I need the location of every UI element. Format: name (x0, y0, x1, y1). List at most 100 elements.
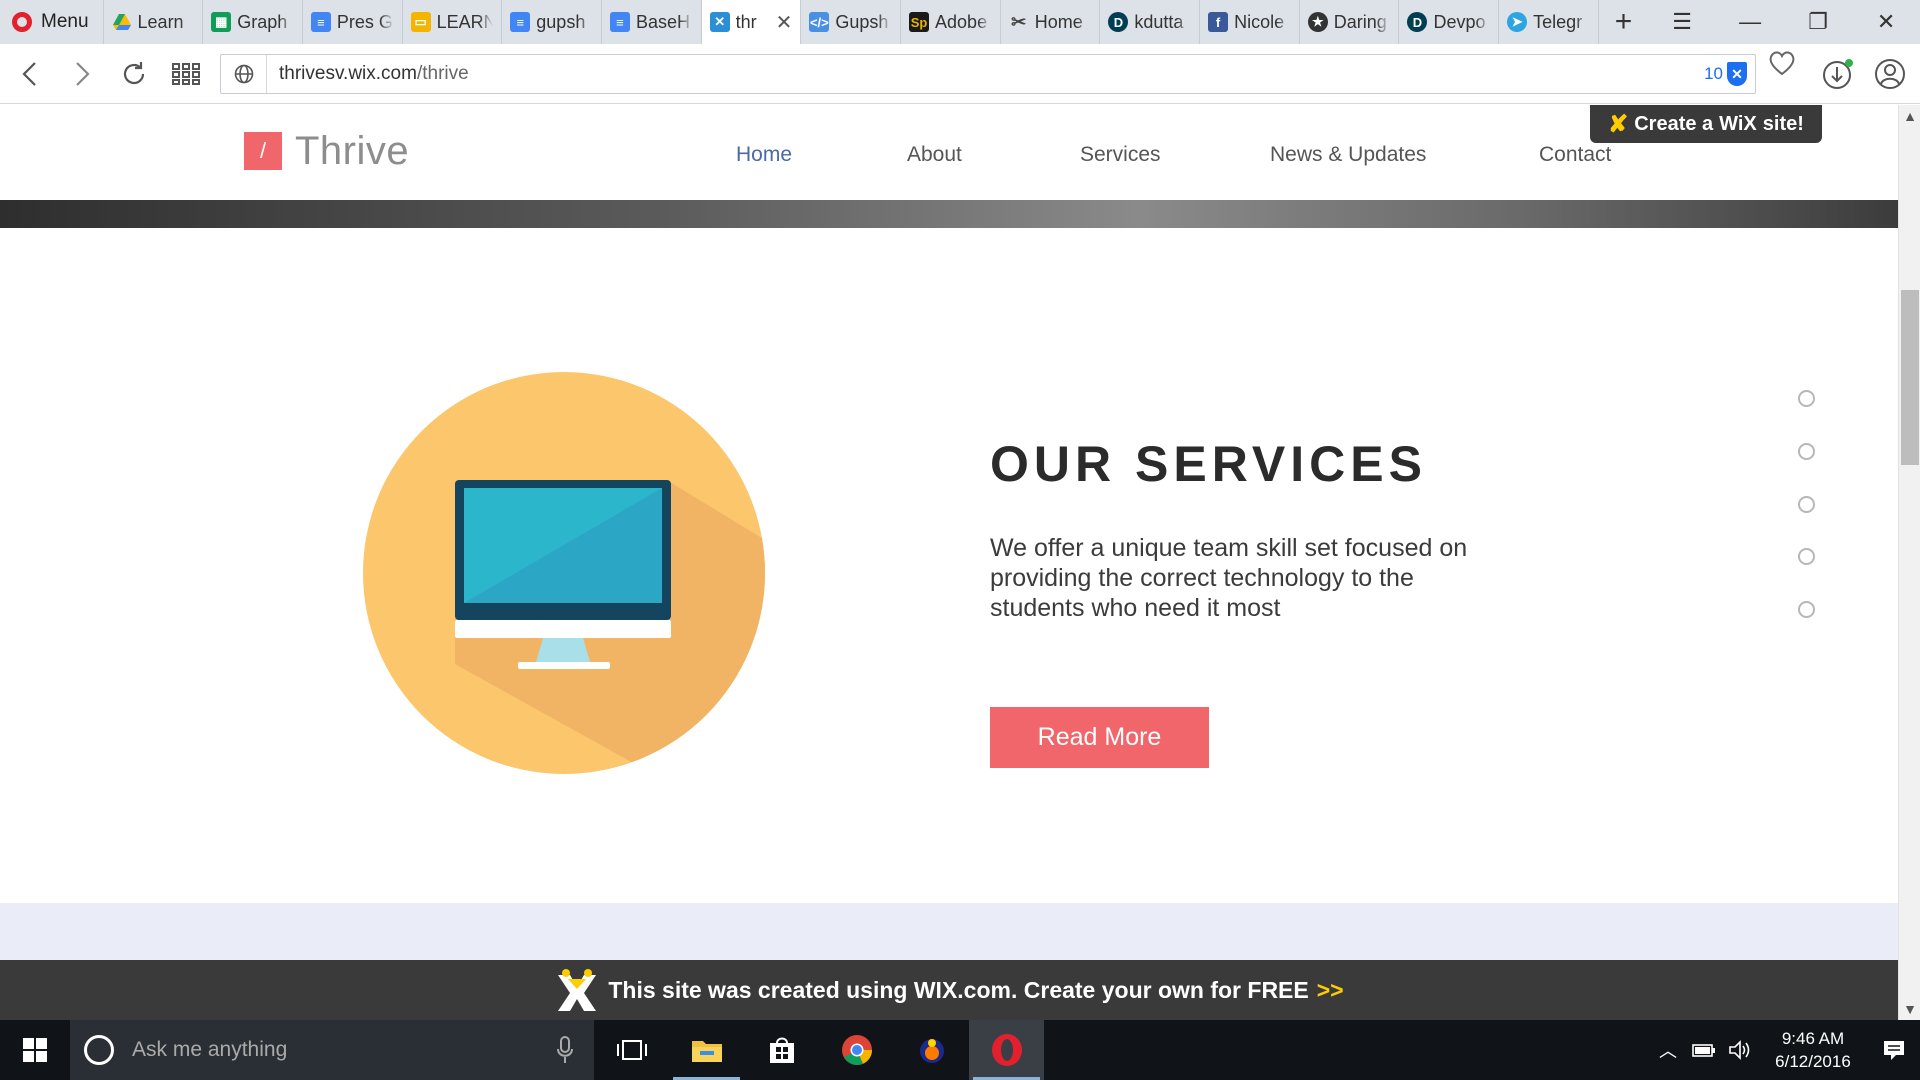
globe-icon (234, 64, 253, 84)
cortana-search-box[interactable]: Ask me anything (70, 1020, 594, 1080)
adblock-indicator[interactable]: 10 ✕ (1704, 62, 1747, 86)
chevron-up-icon[interactable]: ︿ (1650, 1037, 1686, 1063)
tab-pres[interactable]: ≡ Pres G (303, 0, 403, 44)
start-button[interactable] (0, 1020, 70, 1080)
tab-label: kdutta (1134, 11, 1184, 32)
url-input[interactable]: thrivesv.wix.com/thrive 10 ✕ (220, 54, 1756, 94)
chrome-icon (841, 1035, 872, 1065)
tab-learn[interactable]: Learn (104, 0, 204, 44)
tab-menu-icon[interactable]: ☰ (1648, 0, 1716, 44)
wix-footer-banner[interactable]: This site was created using WIX.com. Cre… (0, 960, 1898, 1020)
clock-date: 6/12/2016 (1775, 1052, 1851, 1071)
app-launcher-button[interactable] (894, 1020, 969, 1080)
forward-button[interactable] (56, 48, 108, 100)
tab-thrive-active[interactable]: ✕ thr ✕ (701, 0, 802, 44)
windows-store-button[interactable] (744, 1020, 819, 1080)
tab-label: BaseH (635, 11, 690, 32)
tab-gupsh-doc[interactable]: ≡ gupsh (502, 0, 602, 44)
close-tab-icon[interactable]: ✕ (776, 10, 793, 35)
section-dot-1[interactable] (1798, 390, 1815, 407)
battery-icon[interactable] (1686, 1042, 1722, 1058)
clock-time: 9:46 AM (1781, 1029, 1845, 1048)
create-wix-site-badge[interactable]: ✘ Create a WiX site! (1590, 105, 1822, 143)
notification-icon (1884, 1041, 1904, 1060)
plus-icon: + (1614, 5, 1633, 38)
adobe-spark-icon: Sp (909, 12, 930, 32)
section-dot-5[interactable] (1798, 601, 1815, 618)
scrollbar-thumb[interactable] (1901, 290, 1919, 465)
tab-nicole[interactable]: f Nicole (1200, 0, 1300, 44)
badge-text-post: site! (1762, 112, 1804, 135)
downloads-button[interactable] (1822, 58, 1854, 95)
tools-icon: ✂ (1011, 11, 1027, 32)
page-scrollbar[interactable]: ▲ ▼ (1898, 105, 1920, 1020)
bookmark-heart-button[interactable] (1768, 50, 1796, 83)
tab-daring[interactable]: ★ Daring (1300, 0, 1400, 44)
account-button[interactable] (1874, 58, 1906, 95)
tab-label: Gupsh (835, 11, 889, 32)
web-page: / Thrive Home About Services News & Upda… (0, 105, 1898, 1020)
tab-baseh[interactable]: ≡ BaseH (602, 0, 702, 44)
nav-about[interactable]: About (907, 143, 962, 167)
site-info-button[interactable] (221, 55, 267, 93)
url-path: /thrive (416, 63, 469, 84)
tab-devpo[interactable]: D Devpo (1399, 0, 1500, 44)
reload-button[interactable] (108, 48, 160, 100)
tab-label: Daring (1333, 11, 1387, 32)
thrive-logo-mark[interactable]: / (244, 132, 282, 170)
nav-news-updates[interactable]: News & Updates (1270, 143, 1426, 167)
footer-banner-text: This site was created using WIX.com. Cre… (608, 976, 1309, 1003)
tab-graph[interactable]: ▦ Graph (203, 0, 303, 44)
services-heading: OUR SERVICES (990, 436, 1427, 492)
tab-telegr[interactable]: ➤ Telegr (1499, 0, 1599, 44)
window-controls: ☰ — ❐ ✕ (1648, 0, 1920, 44)
scroll-down-icon[interactable]: ▼ (1899, 998, 1920, 1020)
wix-icon: ✕ (709, 12, 730, 32)
task-view-button[interactable] (594, 1020, 669, 1080)
opera-icon (991, 1034, 1022, 1066)
section-dot-3[interactable] (1798, 496, 1815, 513)
browser-address-bar: thrivesv.wix.com/thrive 10 ✕ (0, 44, 1920, 104)
grid-icon (172, 62, 200, 85)
devpost-icon: D (1407, 12, 1428, 32)
tab-label: Graph (237, 11, 288, 32)
new-tab-button[interactable]: + (1599, 0, 1648, 44)
section-dot-2[interactable] (1798, 443, 1815, 460)
back-arrow-icon (22, 61, 36, 86)
google-sheets-icon: ▦ (211, 12, 232, 32)
tab-learn-slides[interactable]: ▭ LEARN (403, 0, 503, 44)
minimize-icon[interactable]: — (1716, 0, 1784, 44)
opera-menu-button[interactable]: Menu (0, 0, 104, 44)
tab-gupsh[interactable]: </> Gupsh (801, 0, 902, 44)
system-tray: ︿ 9:46 AM 6/12/2016 (1650, 1020, 1920, 1080)
telegram-icon: ➤ (1507, 12, 1528, 32)
code-icon: </> (809, 12, 830, 32)
thrive-logo-text[interactable]: Thrive (295, 129, 409, 174)
opera-taskbar-button[interactable] (969, 1020, 1044, 1080)
nav-services[interactable]: Services (1080, 143, 1161, 167)
read-more-button[interactable]: Read More (990, 707, 1209, 768)
nav-contact[interactable]: Contact (1539, 143, 1611, 167)
action-center-button[interactable] (1868, 1038, 1920, 1062)
tab-adobe[interactable]: Sp Adobe (901, 0, 1001, 44)
menu-label: Menu (41, 11, 89, 32)
google-docs-icon: ≡ (310, 12, 331, 32)
volume-icon[interactable] (1722, 1040, 1758, 1060)
services-description: We offer a unique team skill set focused… (990, 534, 1468, 622)
tab-label: Pres G (336, 11, 393, 32)
tab-kdutta[interactable]: D kdutta (1100, 0, 1201, 44)
system-clock[interactable]: 9:46 AM 6/12/2016 (1758, 1027, 1868, 1073)
star-icon: ★ (1307, 12, 1328, 32)
microphone-icon[interactable] (556, 1036, 574, 1064)
restore-icon[interactable]: ❐ (1784, 0, 1852, 44)
nav-home[interactable]: Home (736, 143, 792, 167)
close-window-icon[interactable]: ✕ (1852, 0, 1920, 44)
folder-icon (691, 1041, 722, 1062)
section-dot-4[interactable] (1798, 548, 1815, 565)
file-explorer-button[interactable] (669, 1020, 744, 1080)
tab-home[interactable]: ✂ Home (1001, 0, 1101, 44)
speed-dial-button[interactable] (160, 48, 212, 100)
scroll-up-icon[interactable]: ▲ (1899, 105, 1920, 127)
back-button[interactable] (4, 48, 56, 100)
chrome-button[interactable] (819, 1020, 894, 1080)
